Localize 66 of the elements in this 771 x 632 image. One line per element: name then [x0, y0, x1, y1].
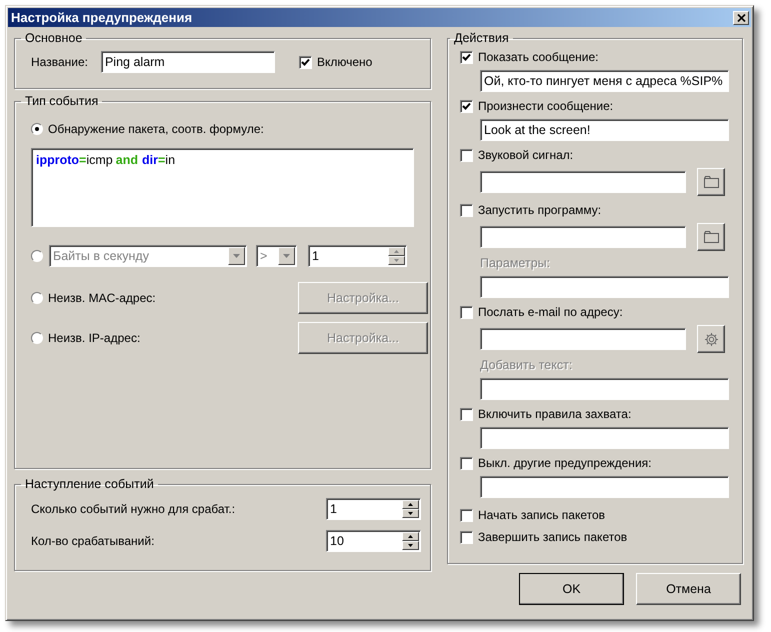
checkbox[interactable]	[460, 50, 473, 64]
field-label: Добавить текст:	[480, 358, 574, 372]
checkbox[interactable]	[460, 204, 473, 216]
text-field[interactable]	[480, 276, 729, 298]
checkbox[interactable]	[460, 408, 473, 420]
dropdown-arrow-icon	[283, 254, 290, 258]
count-spinbox[interactable]: 1	[326, 498, 421, 520]
checkbox-label: Завершить запись пакетов	[478, 530, 628, 544]
close-icon	[736, 14, 746, 22]
dialog-button[interactable]: OK	[519, 573, 624, 605]
down-arrow-icon[interactable]	[408, 544, 413, 547]
window-title: Настройка предупреждения	[11, 10, 192, 25]
checkbox[interactable]	[460, 100, 473, 112]
group-title: Действия	[453, 31, 510, 45]
text-field[interactable]	[480, 378, 729, 400]
dialog-button[interactable]: Отмена	[636, 573, 741, 605]
down-arrow-icon[interactable]	[408, 512, 413, 515]
text-field[interactable]	[480, 476, 729, 498]
field-label: Параметры:	[480, 256, 552, 270]
checkbox[interactable]	[460, 148, 473, 162]
text-field[interactable]: Ой, кто-то пингует меня с адреса %SIP%	[480, 70, 729, 92]
browse-button[interactable]	[697, 168, 725, 196]
checkbox-label: Запустить программу:	[478, 203, 602, 217]
checkbox[interactable]	[460, 456, 473, 470]
radio-label: Неизв. IP-адрес:	[48, 331, 140, 345]
checkbox-label: Произнести сообщение:	[478, 99, 614, 113]
folder-icon	[704, 176, 718, 188]
text-field[interactable]	[480, 328, 686, 350]
up-arrow-icon[interactable]	[408, 535, 413, 538]
radio-label: Обнаружение пакета, соотв. формуле:	[48, 122, 264, 136]
field-label: Кол-во срабатываний:	[31, 534, 154, 548]
checkbox[interactable]	[460, 306, 473, 318]
radio-label: Неизв. MAC-адрес:	[48, 291, 156, 305]
close-button[interactable]	[733, 10, 749, 24]
checkbox-label: Включить правила захвата:	[478, 407, 632, 421]
gear-icon	[704, 332, 718, 346]
text-field[interactable]	[480, 226, 686, 248]
folder-icon	[704, 231, 718, 243]
radio-button[interactable]	[31, 332, 43, 344]
checkbox-label: Звуковой сигнал:	[478, 148, 574, 162]
group-title: Тип события	[24, 94, 100, 108]
name-field[interactable]: Ping alarm	[100, 51, 275, 73]
checkbox[interactable]	[460, 508, 473, 522]
checkbox-label: Показать сообщение:	[478, 50, 598, 64]
up-arrow-icon[interactable]	[408, 503, 413, 506]
settings-button[interactable]	[697, 325, 725, 353]
group-title: Наступление событий	[24, 477, 155, 491]
formula-field[interactable]: ipproto=icmp and dir=in	[31, 148, 414, 227]
checkbox[interactable]	[460, 530, 473, 544]
text-field[interactable]	[480, 427, 729, 449]
checkbox-label: Включено	[316, 55, 372, 69]
group-title: Основное	[24, 31, 84, 45]
checkbox-label: Начать запись пакетов	[478, 508, 606, 522]
text-field[interactable]: Look at the screen!	[480, 119, 729, 141]
checkbox-label: Послать e-mail по адресу:	[478, 305, 623, 319]
name-label: Название:	[31, 55, 88, 69]
dropdown-arrow-icon	[233, 254, 240, 258]
field-label: Сколько событий нужно для срабат.:	[31, 502, 236, 516]
checkbox-label: Выкл. другие предупреждения:	[478, 456, 652, 470]
count-spinbox[interactable]: 10	[326, 530, 421, 552]
radio-button[interactable]	[31, 123, 43, 135]
text-field[interactable]	[480, 171, 686, 193]
radio-button[interactable]	[31, 292, 43, 304]
checkbox[interactable]	[298, 56, 312, 68]
radio-button[interactable]	[31, 250, 43, 262]
browse-button[interactable]	[697, 223, 725, 251]
